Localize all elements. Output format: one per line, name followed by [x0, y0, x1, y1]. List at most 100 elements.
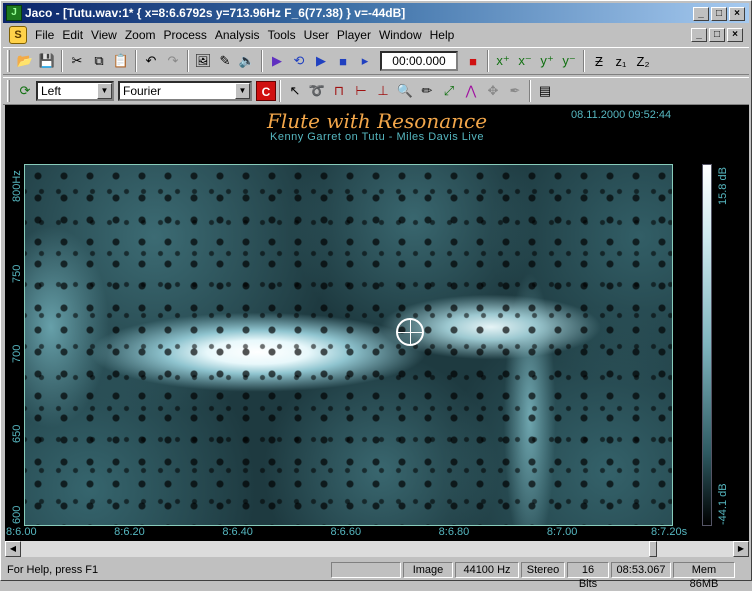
toolbar-separator — [529, 80, 531, 102]
pointer-icon[interactable]: ↖ — [284, 80, 306, 102]
peak-marker-icon[interactable]: ⋀ — [460, 80, 482, 102]
move-icon[interactable]: ✥ — [482, 80, 504, 102]
play-selection-icon[interactable]: ▶ — [266, 50, 288, 72]
toolbar-separator — [583, 50, 585, 72]
status-panel-empty — [331, 562, 401, 578]
x-zoom-in-icon[interactable]: x⁺ — [492, 50, 514, 72]
pencil-draw-icon[interactable]: ✏ — [416, 80, 438, 102]
colorbar — [702, 164, 712, 526]
toolbar-separator — [135, 50, 137, 72]
play-window-icon[interactable]: ▸ — [354, 50, 376, 72]
title-bar[interactable]: J Jaco - [Tutu.wav:1* { x=8:6.6792s y=71… — [3, 3, 749, 23]
redo-icon[interactable]: ↷ — [162, 50, 184, 72]
chart-subtitle: Kenny Garret on Tutu - Miles Davis Live — [270, 131, 484, 143]
status-bar: For Help, press F1 Image 44100 Hz Stereo… — [3, 561, 749, 590]
menu-view[interactable]: View — [87, 26, 121, 44]
y-zoom-out-icon[interactable]: y⁻ — [558, 50, 580, 72]
menu-edit[interactable]: Edit — [58, 26, 87, 44]
toolbar-separator — [487, 50, 489, 72]
horizontal-range-icon[interactable]: ⊢ — [350, 80, 372, 102]
chevron-down-icon[interactable]: ▼ — [97, 83, 112, 99]
y-zoom-in-icon[interactable]: y⁺ — [536, 50, 558, 72]
menu-process[interactable]: Process — [160, 26, 211, 44]
document-system-menu-icon[interactable]: S — [9, 26, 27, 44]
x-tick-label: 8:6.60 — [330, 526, 362, 538]
toolbar-separator — [187, 50, 189, 72]
refresh-icon[interactable]: ⟳ — [14, 80, 36, 102]
properties-icon[interactable]: ▤ — [534, 80, 556, 102]
menu-zoom[interactable]: Zoom — [121, 26, 160, 44]
stop-icon[interactable]: ■ — [332, 50, 354, 72]
x-tick-label: 8:6.20 — [114, 526, 145, 538]
menu-window[interactable]: Window — [375, 26, 426, 44]
paste-icon[interactable]: 📋 — [110, 50, 132, 72]
scroll-thumb[interactable] — [649, 541, 657, 557]
jaco-app-icon[interactable]: J — [6, 5, 22, 21]
play-icon[interactable]: ▶ — [310, 50, 332, 72]
menu-tools[interactable]: Tools — [264, 26, 300, 44]
toolbar-grip[interactable] — [7, 50, 10, 72]
status-panel-duration: 08:53.067 — [611, 562, 671, 578]
z-zoom-icon[interactable]: Ƶ — [588, 50, 610, 72]
close-button[interactable]: × — [729, 7, 745, 21]
horizontal-scrollbar[interactable]: ◀ ▶ — [5, 541, 749, 557]
toolbar-separator — [61, 50, 63, 72]
x-tick-label: 8:6.40 — [222, 526, 253, 538]
undo-icon[interactable]: ↶ — [140, 50, 162, 72]
mdi-close-button[interactable]: × — [727, 28, 743, 42]
application-window: J Jaco - [Tutu.wav:1* { x=8:6.6792s y=71… — [0, 0, 752, 590]
z2-icon[interactable]: Z₂ — [632, 50, 654, 72]
lasso-icon[interactable]: ➰ — [306, 80, 328, 102]
save-icon[interactable]: 💾 — [36, 50, 58, 72]
c-button[interactable]: C — [256, 81, 276, 101]
y-tick-label: 800Hz — [11, 170, 23, 203]
spectrogram-view[interactable]: Flute with Resonance Kenny Garret on Tut… — [5, 105, 749, 541]
cursor-crosshair-icon[interactable] — [396, 318, 424, 346]
toolbar-grip[interactable] — [7, 80, 10, 102]
mdi-minimize-button[interactable]: _ — [691, 28, 707, 42]
z1-icon[interactable]: z₁ — [610, 50, 632, 72]
spectrogram-image[interactable] — [24, 164, 673, 526]
time-position-field[interactable]: 00:00.000 — [380, 51, 458, 71]
magnifier-icon[interactable]: 🔍 — [394, 80, 416, 102]
copy-icon[interactable]: ⧉ — [88, 50, 110, 72]
pen-icon[interactable]: ✒ — [504, 80, 526, 102]
menu-help[interactable]: Help — [426, 26, 459, 44]
y-tick-label: 600 — [11, 505, 23, 524]
menu-analysis[interactable]: Analysis — [211, 26, 264, 44]
image-export-icon[interactable]: 🖼 — [192, 50, 214, 72]
toolbar-separator — [261, 50, 263, 72]
minimize-button[interactable]: _ — [693, 7, 709, 21]
menu-file[interactable]: File — [31, 26, 58, 44]
colorbar-max-label: 15.8 dB — [717, 167, 729, 205]
mdi-restore-button[interactable]: □ — [709, 28, 725, 42]
toolbar-separator — [279, 80, 281, 102]
channel-select[interactable]: Left ▼ — [36, 81, 114, 101]
x-tick-label: 8:7.00 — [546, 526, 578, 538]
scroll-left-icon[interactable]: ◀ — [5, 541, 21, 557]
loop-icon[interactable]: ⟲ — [288, 50, 310, 72]
cut-icon[interactable]: ✂ — [66, 50, 88, 72]
menu-bar: S File Edit View Zoom Process Analysis T… — [3, 25, 749, 45]
image-edit-icon[interactable]: ✎ — [214, 50, 236, 72]
status-panel-memory: Mem 86MB — [673, 562, 735, 590]
speaker-icon[interactable]: 🔈 — [236, 50, 258, 72]
vertical-range-icon[interactable]: ⊥ — [372, 80, 394, 102]
spectrogram-texture — [25, 165, 672, 525]
chevron-down-icon[interactable]: ▼ — [235, 83, 250, 99]
open-icon[interactable]: 📂 — [14, 50, 36, 72]
status-panel-bits: 16 Bits — [567, 562, 609, 590]
x-zoom-out-icon[interactable]: x⁻ — [514, 50, 536, 72]
diagonal-arrow-icon[interactable]: ⤢ — [438, 80, 460, 102]
time-select-icon[interactable]: ⊓ — [328, 80, 350, 102]
record-icon[interactable]: ■ — [462, 50, 484, 72]
transform-select[interactable]: Fourier ▼ — [118, 81, 252, 101]
x-tick-label: 8:7.20s — [651, 526, 688, 538]
scroll-right-icon[interactable]: ▶ — [733, 541, 749, 557]
menu-player[interactable]: Player — [333, 26, 375, 44]
view-toolbar: ⟳ Left ▼ Fourier ▼ C ↖ ➰ ⊓ ⊢ ⊥ 🔍 ✏ ⤢ ⋀ ✥… — [3, 77, 749, 105]
colorbar-min-label: -44.1 dB — [717, 483, 729, 525]
maximize-button[interactable]: □ — [711, 7, 727, 21]
menu-user[interactable]: User — [300, 26, 333, 44]
y-tick-label: 750 — [11, 264, 23, 283]
